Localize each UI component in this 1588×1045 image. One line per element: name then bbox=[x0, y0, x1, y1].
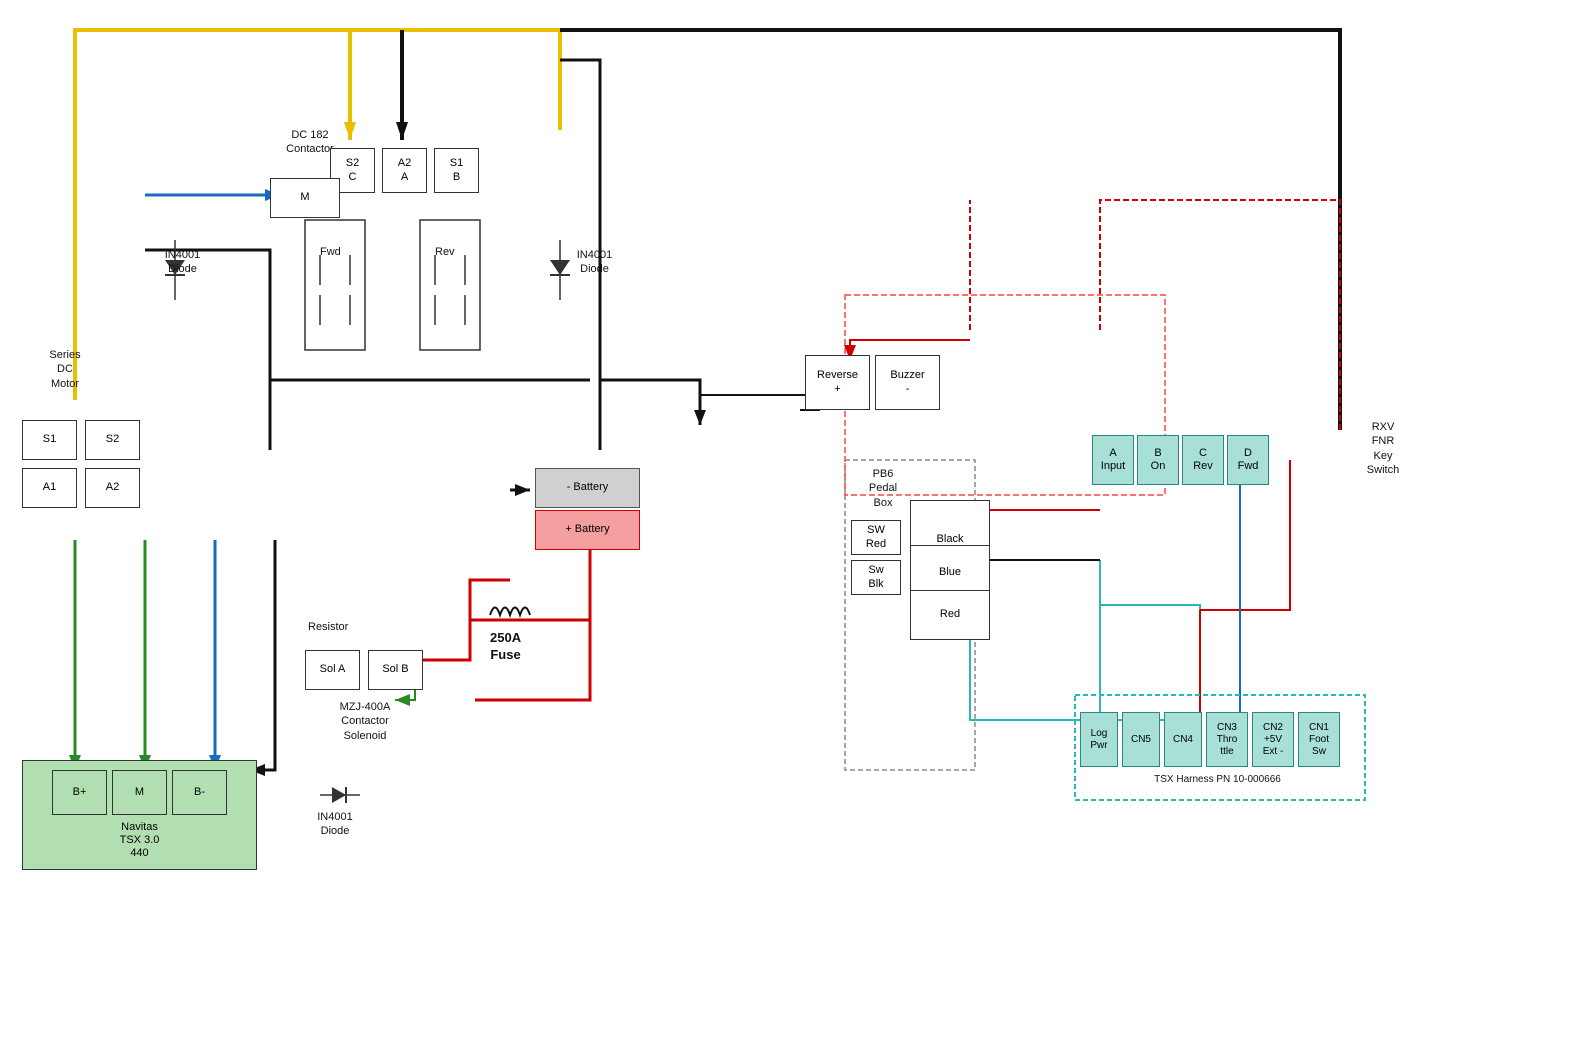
bm-terminal: B- bbox=[172, 770, 227, 815]
resistor-label: Resistor bbox=[308, 620, 348, 634]
sw-blk-box: SwBlk bbox=[851, 560, 901, 595]
in4001-bottom-symbol bbox=[310, 775, 370, 815]
navitas-box: B+ M B- NavitasTSX 3.0440 bbox=[22, 760, 257, 870]
in4001-right-label: IN4001Diode bbox=[567, 248, 622, 277]
wiring-svg bbox=[0, 0, 1588, 1045]
fwd-label: Fwd bbox=[320, 245, 341, 259]
cn4-box: CN4 bbox=[1164, 712, 1202, 767]
a2-box: A2 bbox=[85, 468, 140, 508]
sol-a-box: Sol A bbox=[305, 650, 360, 690]
d-fwd-box: DFwd bbox=[1227, 435, 1269, 485]
rev-label: Rev bbox=[435, 245, 455, 259]
sw-red-box: SWRed bbox=[851, 520, 901, 555]
c-rev-box: CRev bbox=[1182, 435, 1224, 485]
cn3-throttle-box: CN3Throttle bbox=[1206, 712, 1248, 767]
b-on-box: BOn bbox=[1137, 435, 1179, 485]
buzzer-minus-box: Buzzer- bbox=[875, 355, 940, 410]
wiring-diagram: DC 182Contactor S2C A2A S1B M Fwd Rev IN… bbox=[0, 0, 1588, 1045]
a2a-box: A2A bbox=[382, 148, 427, 193]
s2-box: S2 bbox=[85, 420, 140, 460]
battery-neg-box: - Battery bbox=[535, 468, 640, 508]
cn1-foot-sw-box: CN1FootSw bbox=[1298, 712, 1340, 767]
cn2-5v-box: CN2+5VExt - bbox=[1252, 712, 1294, 767]
sol-b-box: Sol B bbox=[368, 650, 423, 690]
a1-box: A1 bbox=[22, 468, 77, 508]
rxv-fnr-label: RXVFNRKeySwitch bbox=[1348, 420, 1418, 477]
navitas-label: NavitasTSX 3.0440 bbox=[120, 821, 160, 861]
fuse-label: 250AFuse bbox=[490, 630, 521, 664]
m-coil-box: M bbox=[270, 178, 340, 218]
m-terminal: M bbox=[112, 770, 167, 815]
log-pwr-box: LogPwr bbox=[1080, 712, 1118, 767]
in4001-left-label: IN4001Diode bbox=[155, 248, 210, 277]
a-input-box: AInput bbox=[1092, 435, 1134, 485]
bp-terminal: B+ bbox=[52, 770, 107, 815]
reverse-plus-box: Reverse+ bbox=[805, 355, 870, 410]
red-box: Red bbox=[910, 590, 990, 640]
s1b-box: S1B bbox=[434, 148, 479, 193]
mzj400a-label: MZJ-400AContactorSolenoid bbox=[305, 700, 425, 743]
cn5-box: CN5 bbox=[1122, 712, 1160, 767]
pb6-pedal-box-label: PB6PedalBox bbox=[853, 467, 913, 510]
s1-box: S1 bbox=[22, 420, 77, 460]
battery-pos-box: + Battery bbox=[535, 510, 640, 550]
tsx-harness-label: TSX Harness PN 10-000666 bbox=[1085, 773, 1350, 786]
series-dc-motor-label: SeriesDCMotor bbox=[30, 348, 100, 391]
